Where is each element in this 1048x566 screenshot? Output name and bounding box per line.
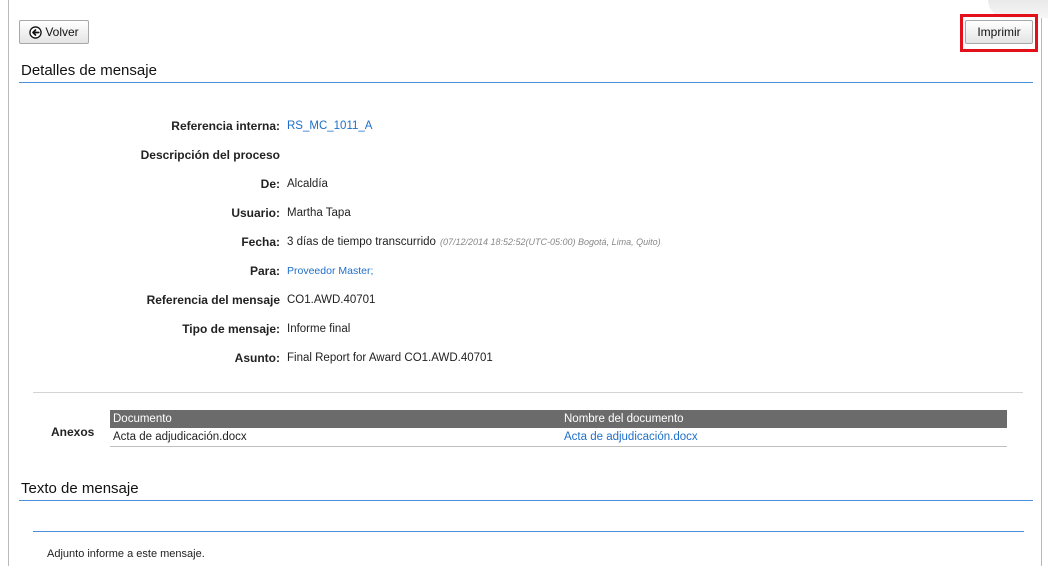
label-subject: Asunto: [234,351,280,365]
label-internal-ref: Referencia interna: [171,119,280,133]
print-button[interactable]: Imprimir [965,20,1033,44]
label-process-description: Descripción del proceso [140,148,280,162]
fields-divider [33,392,1023,393]
label-message-type: Tipo de mensaje: [182,322,280,336]
column-header-document: Documento [113,413,172,425]
label-to: Para: [249,264,280,278]
attachments-label: Anexos [51,425,95,439]
cell-document-name-link[interactable]: Acta de adjudicación.docx [561,431,1007,443]
value-message-type: Informe final [287,323,351,335]
label-user: Usuario: [231,206,280,220]
label-message-ref: Referencia del mensaje [146,293,280,307]
cell-document: Acta de adjudicación.docx [113,431,247,443]
value-from: Alcaldía [287,178,328,190]
section-title-details: Detalles de mensaje [21,62,157,79]
message-body: Adjunto informe a este mensaje. [47,548,205,560]
section-title-message: Texto de mensaje [21,480,139,497]
details-divider [19,82,1033,83]
value-subject: Final Report for Award CO1.AWD.40701 [287,352,493,364]
value-user: Martha Tapa [287,207,351,219]
date-timestamp: (07/12/2014 18:52:52(UTC-05:00) Bogotá, … [439,237,661,247]
label-date: Fecha: [241,235,280,249]
value-message-ref: CO1.AWD.40701 [287,294,376,306]
attachments-header-row: Documento Nombre del documento [110,410,1007,428]
value-internal-ref[interactable]: RS_MC_1011_A [287,120,372,132]
arrow-left-circle-icon [29,25,43,39]
attachments-table: Documento Nombre del documento Acta de a… [110,410,1007,447]
date-elapsed: 3 días de tiempo transcurrido [287,236,436,248]
message-divider [19,500,1033,501]
label-from: De: [260,177,280,191]
value-to[interactable]: Proveedor Master; [287,265,373,277]
page-frame [8,0,1042,566]
back-button-label: Volver [45,25,79,39]
table-row: Acta de adjudicación.docx Acta de adjudi… [110,428,1007,447]
back-button[interactable]: Volver [19,20,89,44]
value-date: 3 días de tiempo transcurrido (07/12/2014… [287,236,661,248]
column-header-document-name: Nombre del documento [564,413,684,425]
message-inner-divider [33,531,1024,532]
